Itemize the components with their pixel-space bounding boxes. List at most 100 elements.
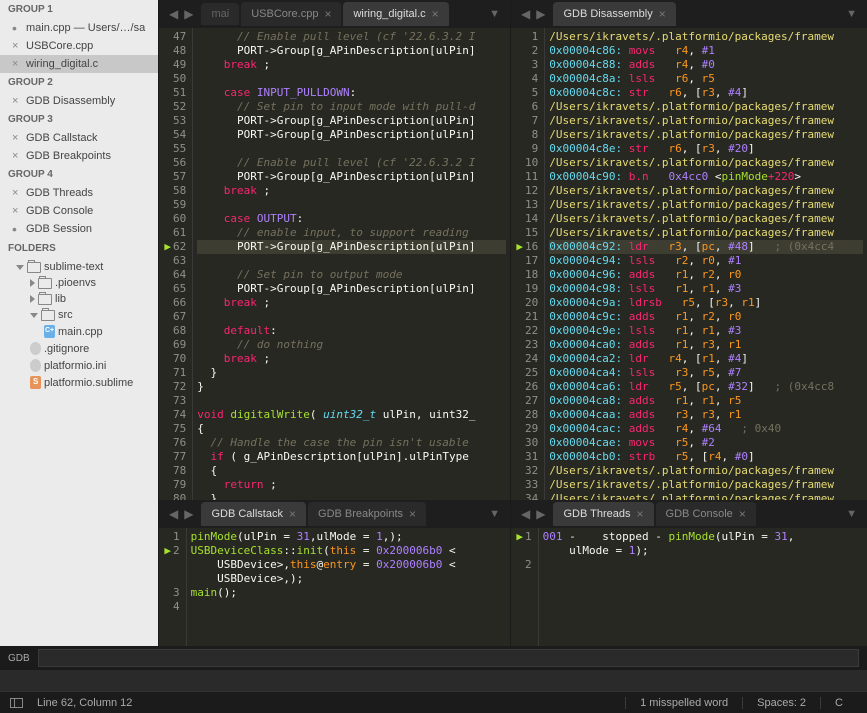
line-number[interactable]: 10 xyxy=(525,156,538,170)
tab[interactable]: GDB Breakpoints× xyxy=(308,502,426,526)
line-number[interactable]: 51 xyxy=(173,86,186,100)
sidebar-file-item[interactable]: ×GDB Threads xyxy=(0,184,158,202)
sidebar-file-item[interactable]: ×GDB Callstack xyxy=(0,129,158,147)
disasm-line[interactable]: /Users/ikravets/.platformio/packages/fra… xyxy=(549,212,863,226)
line-number[interactable]: 70 xyxy=(173,352,186,366)
code-line[interactable]: PORT->Group[g_APinDescription[ulPin] xyxy=(197,282,506,296)
line-number[interactable]: 20 xyxy=(525,296,538,310)
callstack-line[interactable]: pinMode(ulPin = 31,ulMode = 1,); xyxy=(191,530,506,544)
line-number[interactable]: 33 xyxy=(525,478,538,492)
close-icon[interactable]: × xyxy=(659,7,666,21)
code-line[interactable]: // enable input, to support reading xyxy=(197,226,506,240)
code-line[interactable]: // Enable pull level (cf '22.6.3.2 I xyxy=(197,30,506,44)
code-line[interactable]: PORT->Group[g_APinDescription[ulPin] xyxy=(197,128,506,142)
code-area-tr[interactable]: 123456789101112131415▶161718192021222324… xyxy=(511,28,867,500)
code-line[interactable] xyxy=(197,198,506,212)
code-line[interactable]: break ; xyxy=(197,352,506,366)
sidebar-file-item[interactable]: ×GDB Disassembly xyxy=(0,92,158,110)
line-number[interactable]: 26 xyxy=(525,380,538,394)
line-number[interactable]: 4 xyxy=(532,72,539,86)
panel-icon[interactable] xyxy=(10,698,23,708)
code-line[interactable]: // Set pin to output mode xyxy=(197,268,506,282)
code-line[interactable]: break ; xyxy=(197,184,506,198)
tab-dropdown-icon[interactable]: ▼ xyxy=(840,8,863,20)
sidebar-file-item[interactable]: •main.cpp — Users/…/sa xyxy=(0,19,158,37)
disasm-line[interactable]: /Users/ikravets/.platformio/packages/fra… xyxy=(549,30,863,44)
line-number[interactable]: 74 xyxy=(173,408,186,422)
status-position[interactable]: Line 62, Column 12 xyxy=(37,697,132,709)
disasm-line[interactable]: 0x00004c92: ldr r3, [pc, #48] ; (0x4cc4 xyxy=(549,240,863,254)
code-area-br[interactable]: ▶12 001 - stopped - pinMode(ulPin = 31, … xyxy=(511,528,867,646)
line-number[interactable]: 63 xyxy=(173,254,186,268)
close-icon[interactable]: × xyxy=(289,507,296,521)
close-icon[interactable]: × xyxy=(12,58,22,70)
line-number[interactable]: 64 xyxy=(173,268,186,282)
code-line[interactable]: // do nothing xyxy=(197,338,506,352)
tree-item[interactable]: platformio.ini xyxy=(0,357,158,374)
line-number[interactable]: 56 xyxy=(173,156,186,170)
tab[interactable]: GDB Console× xyxy=(656,502,756,526)
line-number[interactable]: 72 xyxy=(173,380,186,394)
code-line[interactable] xyxy=(197,394,506,408)
tree-item[interactable]: .gitignore xyxy=(0,340,158,357)
line-number[interactable]: 55 xyxy=(173,142,186,156)
disasm-line[interactable]: /Users/ikravets/.platformio/packages/fra… xyxy=(549,478,863,492)
disasm-line[interactable]: 0x00004c86: movs r4, #1 xyxy=(549,44,863,58)
code-line[interactable]: } xyxy=(197,492,506,500)
line-number[interactable]: 77 xyxy=(173,450,186,464)
close-icon[interactable]: × xyxy=(12,205,22,217)
status-spaces[interactable]: Spaces: 2 xyxy=(742,697,820,709)
line-number[interactable]: 31 xyxy=(525,450,538,464)
disasm-line[interactable]: 0x00004cb0: strb r5, [r4, #0] xyxy=(549,450,863,464)
nav-arrow-icon[interactable]: ◀ xyxy=(167,507,180,521)
disasm-line[interactable]: 0x00004ca8: adds r1, r1, r5 xyxy=(549,394,863,408)
disasm-line[interactable]: /Users/ikravets/.platformio/packages/fra… xyxy=(549,464,863,478)
line-number[interactable]: 1 xyxy=(173,530,180,544)
callstack-line[interactable]: USBDeviceClass::init(this = 0x200006b0 < xyxy=(191,544,506,558)
code-line[interactable]: } xyxy=(197,366,506,380)
close-icon[interactable]: × xyxy=(12,187,22,199)
line-number[interactable]: 4 xyxy=(173,600,180,614)
line-number[interactable]: 15 xyxy=(525,226,538,240)
disasm-line[interactable]: /Users/ikravets/.platformio/packages/fra… xyxy=(549,100,863,114)
line-number[interactable]: 66 xyxy=(173,296,186,310)
disasm-line[interactable]: 0x00004ca2: ldr r4, [r1, #4] xyxy=(549,352,863,366)
close-icon[interactable]: × xyxy=(12,40,22,52)
close-icon[interactable]: × xyxy=(739,507,746,521)
code-line[interactable]: void digitalWrite( uint32_t ulPin, uint3… xyxy=(197,408,506,422)
code-line[interactable]: PORT->Group[g_APinDescription[ulPin] xyxy=(197,170,506,184)
line-number[interactable]: 19 xyxy=(525,282,538,296)
close-icon[interactable]: × xyxy=(12,150,22,162)
line-number[interactable]: 7 xyxy=(532,114,539,128)
line-number[interactable]: 18 xyxy=(525,268,538,282)
code-line[interactable]: if ( g_APinDescription[ulPin].ulPinType xyxy=(197,450,506,464)
disasm-line[interactable]: 0x00004c90: b.n 0x4cc0 <pinMode+220> xyxy=(549,170,863,184)
tab[interactable]: GDB Threads× xyxy=(553,502,653,526)
dirty-dot-icon[interactable]: • xyxy=(12,23,22,33)
close-icon[interactable]: × xyxy=(324,7,331,21)
disasm-line[interactable]: 0x00004c88: adds r4, #0 xyxy=(549,58,863,72)
nav-arrow-icon[interactable]: ▶ xyxy=(182,507,195,521)
callstack-line[interactable] xyxy=(191,600,506,614)
code-line[interactable]: PORT->Group[g_APinDescription[ulPin] xyxy=(197,114,506,128)
line-number[interactable]: 50 xyxy=(173,72,186,86)
callstack-line[interactable]: main(); xyxy=(191,586,506,600)
disasm-line[interactable]: 0x00004c94: lsls r2, r0, #1 xyxy=(549,254,863,268)
nav-arrow-icon[interactable]: ▶ xyxy=(534,507,547,521)
code-line[interactable]: return ; xyxy=(197,478,506,492)
line-number[interactable]: 2 xyxy=(525,558,532,572)
line-number[interactable]: 24 xyxy=(525,352,538,366)
status-lang[interactable]: C xyxy=(820,697,857,709)
close-icon[interactable]: × xyxy=(12,95,22,107)
line-number[interactable]: 27 xyxy=(525,394,538,408)
nav-arrow-icon[interactable]: ▶ xyxy=(182,7,195,21)
code-line[interactable]: // Handle the case the pin isn't usable xyxy=(197,436,506,450)
disasm-line[interactable]: /Users/ikravets/.platformio/packages/fra… xyxy=(549,114,863,128)
nav-arrow-icon[interactable]: ◀ xyxy=(519,507,532,521)
line-number[interactable]: 1 xyxy=(532,30,539,44)
tab[interactable]: GDB Disassembly× xyxy=(553,2,675,26)
line-number[interactable]: 6 xyxy=(532,100,539,114)
line-number[interactable]: 8 xyxy=(532,128,539,142)
nav-arrow-icon[interactable]: ◀ xyxy=(519,7,532,21)
code-line[interactable]: PORT->Group[g_APinDescription[ulPin] xyxy=(197,240,506,254)
